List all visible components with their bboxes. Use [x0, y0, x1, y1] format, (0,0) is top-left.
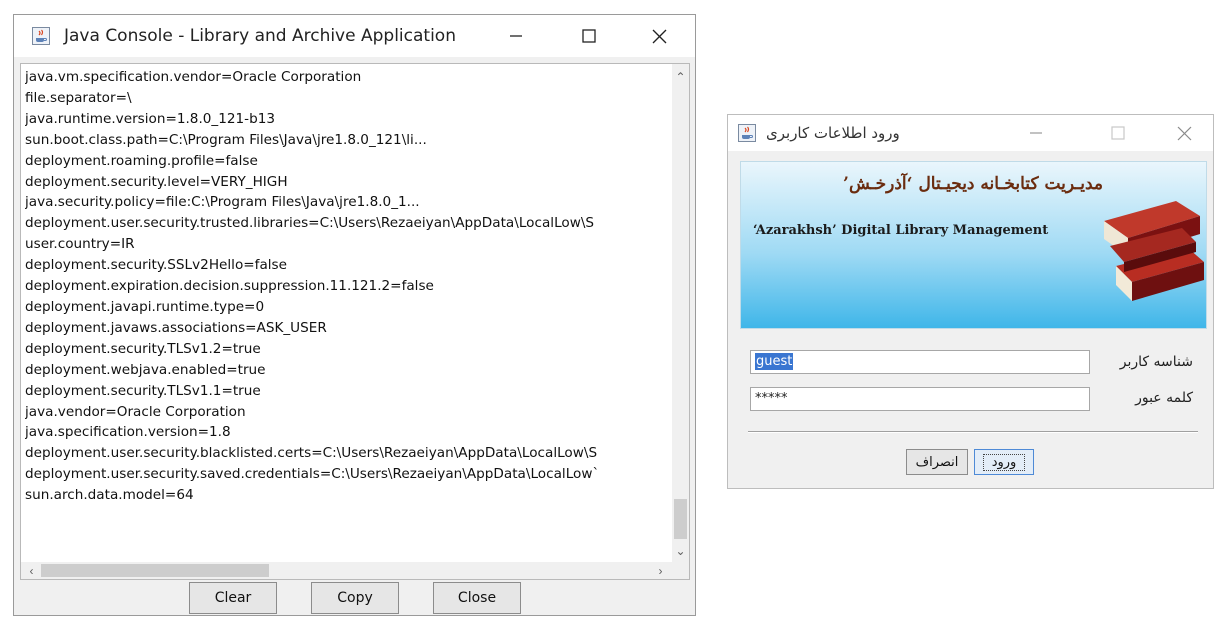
books-icon [1104, 201, 1204, 301]
console-line: deployment.roaming.profile=false [25, 152, 258, 169]
minimize-icon[interactable] [494, 21, 538, 51]
java-coffee-icon [32, 27, 50, 45]
console-line: java.vendor=Oracle Corporation [25, 403, 246, 420]
login-title: ورود اطلاعات کاربری [766, 124, 900, 142]
console-line: deployment.security.SSLv2Hello=false [25, 257, 287, 274]
console-line: deployment.expiration.decision.suppressi… [25, 278, 434, 295]
maximize-icon[interactable] [567, 21, 611, 51]
console-output-area[interactable]: java.vm.specification.vendor=Oracle Corp… [20, 63, 690, 580]
login-button-label: ورود [982, 453, 1026, 471]
horizontal-scroll-thumb[interactable] [41, 564, 269, 577]
java-console-window: Java Console - Library and Archive Appli… [13, 14, 696, 616]
username-value: guest [755, 353, 794, 370]
banner-title-persian: مدیـریت کتابخـانه دیجیـتال ‘آذرخـش’ [843, 174, 1103, 194]
login-button[interactable]: ورود [974, 449, 1034, 475]
scroll-left-icon[interactable]: ‹ [23, 562, 40, 579]
console-line: sun.arch.data.model=64 [25, 487, 194, 504]
minimize-icon[interactable] [1014, 118, 1058, 148]
login-titlebar[interactable]: ورود اطلاعات کاربری [728, 115, 1213, 151]
console-line: java.vm.specification.vendor=Oracle Corp… [25, 69, 362, 85]
banner-title-english: ‘Azarakhsh’ Digital Library Management [753, 223, 1049, 238]
console-line: deployment.javaws.associations=ASK_USER [25, 319, 327, 336]
clear-button[interactable]: Clear [189, 582, 277, 614]
close-icon[interactable] [1162, 118, 1206, 148]
login-dialog: ورود اطلاعات کاربری مدیـریت کتابخـانه دی… [727, 114, 1214, 489]
close-icon[interactable] [637, 21, 681, 51]
console-line: java.specification.version=1.8 [25, 424, 231, 441]
copy-button[interactable]: Copy [311, 582, 399, 614]
password-field[interactable]: ***** [750, 387, 1090, 411]
console-line: deployment.webjava.enabled=true [25, 361, 266, 378]
library-banner: مدیـریت کتابخـانه دیجیـتال ‘آذرخـش’ ‘Aza… [740, 161, 1207, 329]
console-line: file.separator=\ [25, 89, 132, 106]
username-label: شناسه کاربر [1119, 354, 1193, 370]
vertical-scroll-thumb[interactable] [674, 499, 687, 539]
console-line: deployment.security.TLSv1.1=true [25, 382, 261, 399]
vertical-scrollbar[interactable]: ⌃ ⌄ [672, 64, 689, 563]
dialog-separator [748, 431, 1198, 433]
console-line: java.runtime.version=1.8.0_121-b13 [25, 110, 275, 127]
console-line: user.country=IR [25, 236, 135, 253]
console-line: deployment.security.TLSv1.2=true [25, 340, 261, 357]
console-line: deployment.user.security.trusted.librari… [25, 215, 595, 232]
close-button[interactable]: Close [433, 582, 521, 614]
console-line: deployment.user.security.saved.credentia… [25, 466, 600, 483]
username-field[interactable]: guest [750, 350, 1090, 374]
cancel-button[interactable]: انصراف [906, 449, 968, 475]
console-line: deployment.user.security.blacklisted.cer… [25, 445, 598, 462]
console-line: deployment.security.level=VERY_HIGH [25, 173, 288, 190]
maximize-icon[interactable] [1096, 118, 1140, 148]
console-title: Java Console - Library and Archive Appli… [64, 26, 456, 46]
scroll-up-icon[interactable]: ⌃ [672, 68, 689, 85]
console-line: deployment.javapi.runtime.type=0 [25, 298, 265, 315]
java-coffee-icon [738, 124, 756, 142]
scroll-right-icon[interactable]: › [652, 562, 669, 579]
password-label: کلمه عبور [1135, 390, 1193, 406]
console-line: java.security.policy=file:C:\Program Fil… [25, 194, 420, 211]
horizontal-scrollbar[interactable]: ‹ › [21, 562, 689, 579]
console-lines: java.vm.specification.vendor=Oracle Corp… [25, 67, 675, 506]
console-line: sun.boot.class.path=C:\Program Files\Jav… [25, 131, 427, 148]
scroll-down-icon[interactable]: ⌄ [672, 542, 689, 559]
console-titlebar[interactable]: Java Console - Library and Archive Appli… [14, 15, 695, 57]
